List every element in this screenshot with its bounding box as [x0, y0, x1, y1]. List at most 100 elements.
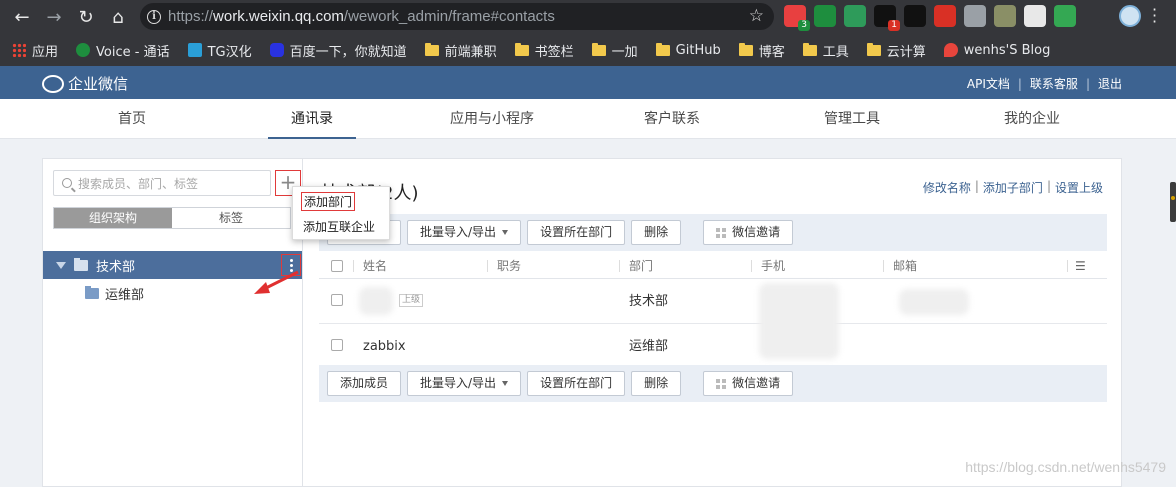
member-name[interactable]: zabbix	[363, 324, 406, 369]
row-checkbox[interactable]	[331, 339, 343, 351]
logo-text: 企业微信	[68, 75, 129, 93]
bookmark-item[interactable]: 书签栏	[514, 41, 574, 60]
menu-item-add-linked-enterprise[interactable]: 添加互联企业	[303, 218, 375, 235]
set-department-button[interactable]: 设置所在部门	[527, 220, 626, 245]
bookmark-item[interactable]: Voice - 通话	[76, 41, 170, 60]
bookmark-item[interactable]: 前端兼职	[424, 41, 497, 60]
add-subdept-link[interactable]: 添加子部门	[983, 179, 1043, 196]
view-toggle: 组织架构 标签	[53, 207, 291, 229]
dark-square-icon[interactable]: 1	[874, 5, 900, 31]
rename-link[interactable]: 修改名称	[923, 179, 971, 196]
redacted-name	[359, 287, 393, 315]
button-label: 批量导入/导出	[420, 376, 497, 390]
watermark-text: https://blog.csdn.net/wenhs5479	[965, 459, 1166, 475]
baidu-icon	[269, 43, 284, 57]
api-docs-link[interactable]: API文档	[967, 75, 1010, 92]
tab-tags[interactable]: 标签	[172, 208, 290, 228]
column-department[interactable]: 部门	[629, 253, 653, 279]
forward-icon[interactable]: →	[38, 1, 70, 33]
bookmark-label: 书签栏	[534, 44, 574, 60]
reload-icon[interactable]: ↻	[70, 1, 102, 33]
bookmark-item[interactable]: 应用	[12, 41, 58, 60]
department-actions: 修改名称 | 添加子部门 | 设置上级	[923, 179, 1103, 196]
tab-customer-contact[interactable]: 客户联系	[630, 99, 714, 139]
contact-support-link[interactable]: 联系客服	[1030, 75, 1078, 92]
button-label: 微信邀请	[732, 225, 781, 239]
bookmark-item[interactable]: 云计算	[866, 41, 926, 60]
search-icon	[62, 178, 72, 188]
tree-item-label: 技术部	[96, 259, 136, 275]
url-path: /wework_admin/frame#contacts	[343, 8, 555, 25]
column-settings-icon[interactable]: ☰	[1075, 253, 1086, 279]
bookmark-item[interactable]: 博客	[738, 41, 785, 60]
tab-contacts[interactable]: 通讯录	[268, 99, 356, 139]
grid-icon	[716, 378, 727, 389]
set-department-button[interactable]: 设置所在部门	[527, 371, 626, 396]
wechat-invite-button[interactable]: 微信邀请	[703, 220, 794, 245]
logout-link[interactable]: 退出	[1098, 75, 1122, 92]
select-all-checkbox[interactable]	[331, 260, 343, 272]
bookmark-star-icon[interactable]: ☆	[749, 6, 764, 26]
tab-apps[interactable]: 应用与小程序	[440, 99, 544, 139]
delete-button[interactable]: 删除	[631, 220, 682, 245]
caret-down-icon	[502, 230, 509, 235]
caret-down-icon	[502, 381, 509, 386]
header-links: API文档 | 联系客服 | 退出	[967, 75, 1122, 92]
add-member-button[interactable]: 添加成员	[327, 371, 402, 396]
folder-icon	[85, 285, 99, 299]
set-parent-link[interactable]: 设置上级	[1055, 179, 1103, 196]
key-icon[interactable]	[904, 5, 926, 27]
folder-icon	[866, 42, 881, 56]
bookmark-item[interactable]: 百度一下，你就知道	[269, 41, 407, 60]
profile-avatar[interactable]	[1119, 5, 1141, 27]
tab-my-enterprise[interactable]: 我的企业	[990, 99, 1074, 139]
bookmark-item[interactable]: wenhs'S Blog	[943, 43, 1050, 58]
tab-org-structure[interactable]: 组织架构	[54, 208, 172, 228]
bookmark-item[interactable]: GitHub	[655, 42, 721, 58]
c-icon[interactable]	[1054, 5, 1076, 27]
address-bar[interactable]: i https://work.weixin.qq.com/wework_admi…	[140, 3, 774, 30]
member-search-input[interactable]: 搜索成员、部门、标签	[53, 170, 271, 196]
batch-import-export-button[interactable]: 批量导入/导出	[407, 371, 522, 396]
table-header: 姓名 职务 部门 手机 邮箱 ☰	[319, 253, 1107, 279]
batch-import-export-button[interactable]: 批量导入/导出	[407, 220, 522, 245]
delete-button[interactable]: 删除	[631, 371, 682, 396]
menu-item-add-department[interactable]: 添加部门	[301, 192, 356, 211]
bookmark-item[interactable]: 工具	[802, 41, 849, 60]
bookmark-item[interactable]: 一加	[591, 41, 638, 60]
row-checkbox[interactable]	[331, 294, 343, 306]
bookmark-item[interactable]: TG汉化	[187, 41, 252, 60]
list-icon[interactable]	[964, 5, 986, 27]
page-scrollbar[interactable]	[1170, 182, 1176, 222]
members-panel: 技术部(2人) 修改名称 | 添加子部门 | 设置上级 添加成员 批量导入/导出…	[302, 158, 1122, 487]
balloon-icon[interactable]: 3	[784, 5, 810, 31]
column-email[interactable]: 邮箱	[893, 253, 917, 279]
wework-logo[interactable]: 企业微信	[42, 73, 128, 94]
folder-icon	[591, 42, 606, 56]
table-row[interactable]: 上级 技术部	[319, 279, 1107, 359]
tab-home[interactable]: 首页	[96, 99, 168, 139]
back-icon[interactable]: ←	[6, 1, 38, 33]
column-title[interactable]: 职务	[497, 253, 521, 279]
expand-triangle-icon[interactable]	[56, 261, 66, 269]
home-icon[interactable]: ⌂	[102, 1, 134, 33]
column-phone[interactable]: 手机	[761, 253, 785, 279]
youtube-icon[interactable]	[934, 5, 956, 27]
link-separator: |	[974, 179, 979, 193]
tg-icon	[187, 43, 202, 57]
browser-menu-icon[interactable]: · · ·	[1152, 2, 1157, 30]
shield-icon[interactable]	[994, 5, 1016, 27]
tab-management-tools[interactable]: 管理工具	[810, 99, 894, 139]
column-name[interactable]: 姓名	[363, 253, 387, 279]
extension-badge: 3	[798, 20, 810, 31]
leaf-icon[interactable]	[814, 5, 836, 27]
url-text[interactable]: https://work.weixin.qq.com/wework_admin/…	[168, 8, 555, 25]
gauge-icon[interactable]	[1024, 5, 1046, 27]
folder-icon	[74, 257, 88, 271]
apps-grid-icon	[12, 43, 26, 57]
bookmark-label: TG汉化	[207, 44, 252, 60]
info-icon[interactable]: i	[140, 9, 168, 24]
wechat-invite-button[interactable]: 微信邀请	[703, 371, 794, 396]
table-row[interactable]: zabbix 运维部	[319, 324, 1107, 369]
green-g-icon[interactable]	[844, 5, 866, 27]
